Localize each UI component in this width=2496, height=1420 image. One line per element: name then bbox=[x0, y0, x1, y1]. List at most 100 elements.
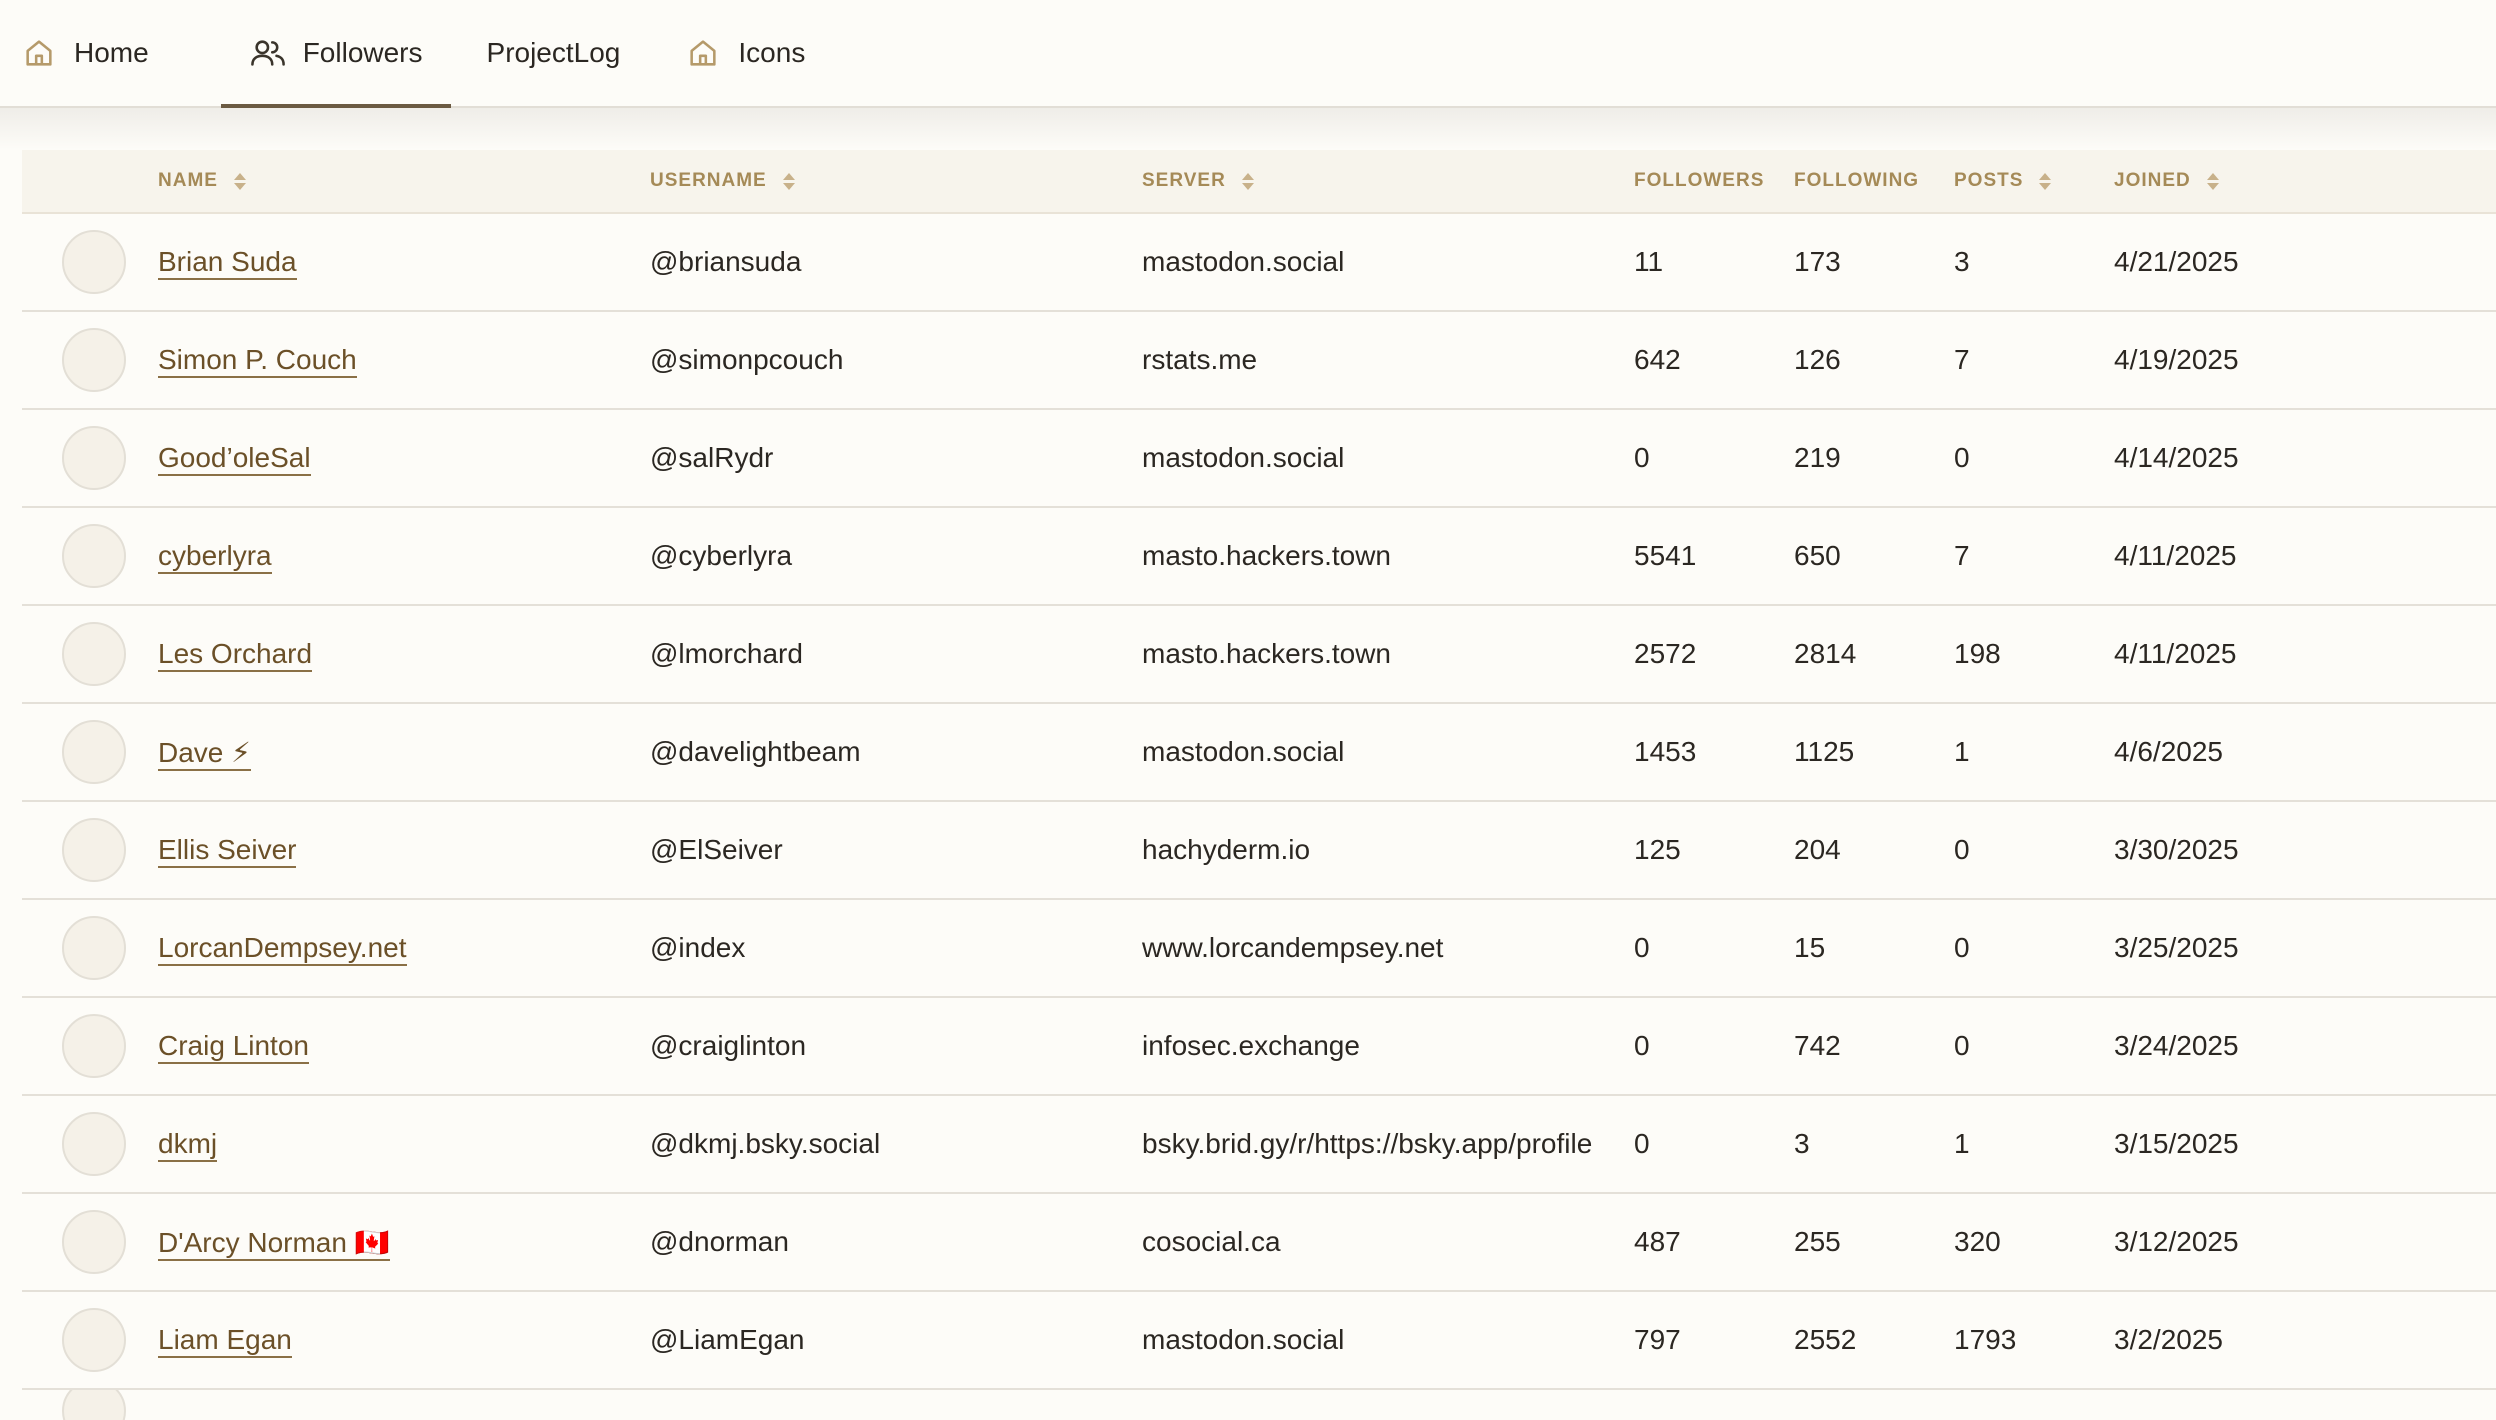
table-row: dkmj @dkmj.bsky.social bsky.brid.gy/r/http… bbox=[22, 1096, 2496, 1194]
server-cell: mastodon.social bbox=[1142, 1324, 1345, 1355]
following-cell: 742 bbox=[1794, 1030, 1841, 1061]
server-cell: hachyderm.io bbox=[1142, 834, 1311, 865]
avatar bbox=[62, 818, 126, 882]
server-cell: www.lorcandempsey.net bbox=[1142, 932, 1444, 963]
name-cell: Simon P. Couch bbox=[158, 344, 650, 378]
username-cell: @salRydr bbox=[650, 442, 774, 473]
joined-cell: 4/21/2025 bbox=[2114, 246, 2239, 277]
joined-column-header[interactable]: JOINED bbox=[2114, 170, 2414, 192]
following-column-header: FOLLOWING bbox=[1794, 170, 1954, 192]
table-row: Liam Egan @LiamEgan mastodon.social 797 2552… bbox=[22, 1292, 2496, 1390]
profile-name-link[interactable]: D'Arcy Norman 🇨🇦 bbox=[158, 1226, 390, 1261]
profile-name-link[interactable]: Brian Suda bbox=[158, 246, 297, 280]
posts-cell: 1793 bbox=[1954, 1324, 2017, 1355]
name-column-header[interactable]: NAME bbox=[158, 170, 650, 192]
tab-followers-label: Followers bbox=[302, 37, 423, 68]
profile-name-link[interactable]: LorcanDempsey.net bbox=[158, 932, 407, 966]
username-column-header[interactable]: USERNAME bbox=[650, 170, 1142, 192]
username-cell: @craiglinton bbox=[650, 1030, 807, 1061]
profile-name-link[interactable]: Ellis Seiver bbox=[158, 834, 297, 868]
posts-cell: 1 bbox=[1954, 736, 1970, 767]
server-cell: rstats.me bbox=[1142, 344, 1258, 375]
joined-cell: 3/25/2025 bbox=[2114, 932, 2239, 963]
tab-followers[interactable]: Followers bbox=[220, 0, 451, 108]
tab-projectlog[interactable]: ProjectLog bbox=[487, 0, 649, 106]
followers-cell: 11 bbox=[1634, 246, 1664, 277]
table-row: cyberlyra @cyberlyra masto.hackers.town 554… bbox=[22, 508, 2496, 606]
username-cell: @briansuda bbox=[650, 246, 802, 277]
posts-cell: 320 bbox=[1954, 1226, 2001, 1257]
sort-icon[interactable] bbox=[233, 172, 246, 190]
avatar bbox=[62, 622, 126, 686]
posts-cell: 0 bbox=[1954, 1030, 1970, 1061]
followers-cell: 642 bbox=[1634, 344, 1681, 375]
server-header-label: SERVER bbox=[1142, 170, 1226, 191]
following-cell: 204 bbox=[1794, 834, 1841, 865]
avatar bbox=[62, 1390, 126, 1420]
avatar-cell bbox=[22, 1210, 158, 1274]
avatar bbox=[62, 1014, 126, 1078]
server-cell: masto.hackers.town bbox=[1142, 638, 1391, 669]
table-row: Les Orchard @lmorchard masto.hackers.town 2… bbox=[22, 606, 2496, 704]
joined-cell: 3/15/2025 bbox=[2114, 1128, 2239, 1159]
username-cell: @index bbox=[650, 932, 746, 963]
joined-header-label: JOINED bbox=[2114, 170, 2191, 191]
username-cell: @cyberlyra bbox=[650, 540, 793, 571]
table-row: Good’oleSal @salRydr mastodon.social 0 219 0 4… bbox=[22, 410, 2496, 508]
table-body: Brian Suda @briansuda mastodon.social 11 173… bbox=[22, 214, 2496, 1390]
profile-name-link[interactable]: dkmj bbox=[158, 1128, 218, 1162]
profile-name-link[interactable]: Craig Linton bbox=[158, 1030, 309, 1064]
sort-icon[interactable] bbox=[2039, 172, 2052, 190]
profile-name-link[interactable]: Liam Egan bbox=[158, 1324, 292, 1358]
posts-cell: 7 bbox=[1954, 344, 1970, 375]
profile-name-link[interactable]: Simon P. Couch bbox=[158, 344, 357, 378]
sort-icon[interactable] bbox=[2206, 172, 2219, 190]
table-row: D'Arcy Norman 🇨🇦 @dnorman cosocial.ca 487 25… bbox=[22, 1194, 2496, 1292]
following-cell: 1125 bbox=[1794, 736, 1855, 767]
avatar bbox=[62, 524, 126, 588]
tab-home-label: Home bbox=[74, 37, 149, 68]
tab-icons[interactable]: Icons bbox=[684, 0, 833, 106]
posts-column-header[interactable]: POSTS bbox=[1954, 170, 2114, 192]
tab-home[interactable]: Home bbox=[20, 0, 177, 106]
posts-cell: 0 bbox=[1954, 932, 1970, 963]
name-cell: LorcanDempsey.net bbox=[158, 932, 650, 966]
tab-projectlog-label: ProjectLog bbox=[486, 37, 621, 68]
following-cell: 173 bbox=[1794, 246, 1841, 277]
sort-icon[interactable] bbox=[1241, 172, 1254, 190]
username-cell: @LiamEgan bbox=[650, 1324, 805, 1355]
following-cell: 2814 bbox=[1794, 638, 1857, 669]
avatar-cell bbox=[22, 1112, 158, 1176]
joined-cell: 3/30/2025 bbox=[2114, 834, 2239, 865]
avatar bbox=[62, 426, 126, 490]
username-cell: @davelightbeam bbox=[650, 736, 861, 767]
joined-cell: 4/19/2025 bbox=[2114, 344, 2239, 375]
joined-cell: 4/11/2025 bbox=[2114, 540, 2237, 571]
avatar-cell bbox=[22, 1308, 158, 1372]
avatar bbox=[62, 230, 126, 294]
name-header-label: NAME bbox=[158, 170, 218, 191]
profile-name-link[interactable]: Dave ⚡ bbox=[158, 736, 251, 771]
avatar-cell bbox=[22, 1014, 158, 1078]
name-cell: Liam Egan bbox=[158, 1324, 650, 1358]
followers-cell: 0 bbox=[1634, 1128, 1650, 1159]
avatar-cell bbox=[22, 818, 158, 882]
home-icon bbox=[20, 34, 58, 72]
joined-cell: 3/2/2025 bbox=[2114, 1324, 2223, 1355]
avatar-cell bbox=[22, 720, 158, 784]
name-cell: D'Arcy Norman 🇨🇦 bbox=[158, 1226, 650, 1261]
posts-cell: 7 bbox=[1954, 540, 1970, 571]
profile-name-link[interactable]: Les Orchard bbox=[158, 638, 313, 672]
server-cell: infosec.exchange bbox=[1142, 1030, 1360, 1061]
sort-icon[interactable] bbox=[782, 172, 795, 190]
posts-cell: 0 bbox=[1954, 442, 1970, 473]
avatar-cell bbox=[22, 524, 158, 588]
profile-name-link[interactable]: Good’oleSal bbox=[158, 442, 311, 476]
server-column-header[interactable]: SERVER bbox=[1142, 170, 1634, 192]
avatar bbox=[62, 328, 126, 392]
username-cell: @simonpcouch bbox=[650, 344, 844, 375]
following-cell: 2552 bbox=[1794, 1324, 1857, 1355]
profile-name-link[interactable]: cyberlyra bbox=[158, 540, 272, 574]
username-cell: @dnorman bbox=[650, 1226, 789, 1257]
name-cell: cyberlyra bbox=[158, 540, 650, 574]
